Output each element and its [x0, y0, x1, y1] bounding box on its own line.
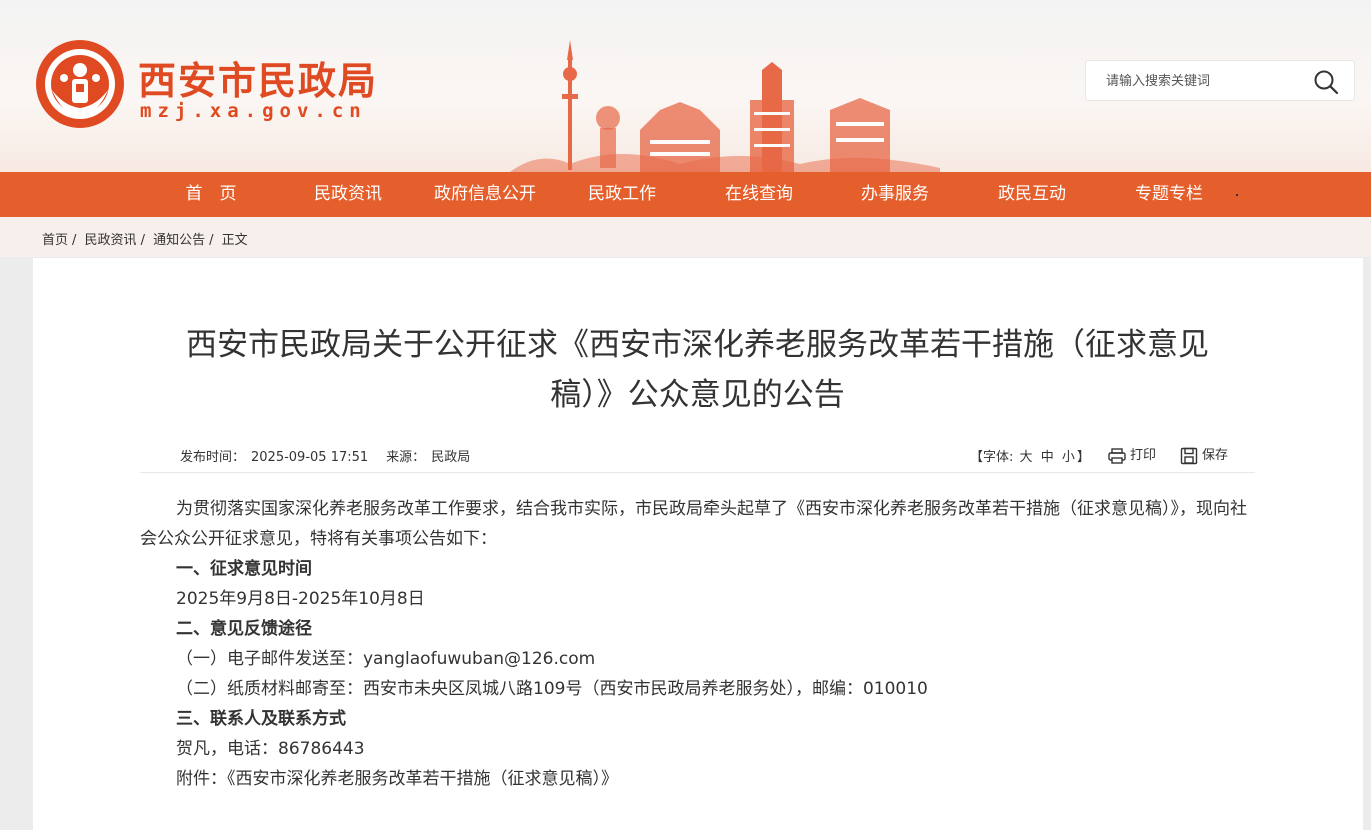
save-button[interactable]: 保存	[1180, 444, 1228, 465]
font-size-small[interactable]: 小	[1062, 450, 1075, 465]
nav-item-services[interactable]: 办事服务	[839, 172, 951, 217]
city-skyline-banner	[510, 40, 940, 172]
section3-text: 贺凡，电话：86786443	[176, 739, 365, 759]
site-name: 西安市民政局	[138, 59, 379, 103]
section1-heading: 一、征求意见时间	[176, 559, 312, 579]
logo-icon[interactable]	[34, 38, 126, 130]
breadcrumb-separator: /	[72, 233, 77, 248]
main-nav: 首 页 民政资讯 政府信息公开 民政工作 在线查询 办事服务 政民互动 专题专栏	[0, 172, 1371, 217]
article-meta: 发布时间： 2025-09-05 17:51 来源： 民政局	[180, 446, 476, 465]
section2-item1: （一）电子邮件发送至：yanglaofuwuban@126.com	[140, 644, 1260, 674]
nav-item-query[interactable]: 在线查询	[703, 172, 815, 217]
font-size-large[interactable]: 大	[1020, 450, 1033, 465]
printer-icon	[1108, 447, 1126, 464]
section3-heading: 三、联系人及联系方式	[176, 709, 346, 729]
nav-item-work[interactable]: 民政工作	[566, 172, 678, 217]
font-size-tools: 【字体: 大 中 小】	[970, 446, 1090, 465]
breadcrumb-separator: /	[140, 233, 145, 248]
print-label: 打印	[1130, 448, 1157, 463]
intro-paragraph: 为贯彻落实国家深化养老服务改革工作要求，结合我市实际，市民政局牵头起草了《西安市…	[140, 499, 1247, 549]
section1-text: 2025年9月8日-2025年10月8日	[176, 589, 425, 609]
nav-item-gov-info[interactable]: 政府信息公开	[420, 172, 550, 217]
breadcrumb-home[interactable]: 首页	[42, 233, 68, 248]
font-size-label: 【字体:	[970, 450, 1014, 465]
meta-divider	[140, 472, 1255, 473]
article-title-line1: 西安市民政局关于公开征求《西安市深化养老服务改革若干措施（征求意见	[186, 327, 1209, 363]
save-icon	[1180, 447, 1198, 464]
article-title-line2: 稿）》公众意见的公告	[550, 377, 845, 413]
source-value: 民政局	[431, 450, 471, 465]
publish-time: 2025-09-05 17:51	[251, 450, 369, 465]
nav-item-interaction[interactable]: 政民互动	[976, 172, 1088, 217]
attachment-line: 附件：《西安市深化养老服务改革若干措施（征求意见稿）》	[140, 764, 1260, 794]
breadcrumb-notices[interactable]: 通知公告	[153, 233, 205, 248]
nav-item-news[interactable]: 民政资讯	[292, 172, 404, 217]
breadcrumb: 首页 / 民政资讯 / 通知公告 / 正文	[42, 229, 248, 248]
breadcrumb-current: 正文	[221, 233, 248, 248]
nav-dot	[1236, 194, 1238, 196]
breadcrumb-news[interactable]: 民政资讯	[85, 233, 137, 248]
breadcrumb-separator: /	[209, 233, 214, 248]
save-label: 保存	[1202, 448, 1229, 463]
article-title: 西安市民政局关于公开征求《西安市深化养老服务改革若干措施（征求意见 稿）》公众意…	[150, 320, 1245, 420]
print-button[interactable]: 打印	[1108, 444, 1156, 464]
font-size-close: 】	[1076, 450, 1090, 465]
email-link[interactable]: yanglaofuwuban@126.com	[363, 649, 595, 669]
site-header: 西安市民政局 mzj.xa.gov.cn	[0, 0, 1371, 172]
section2-heading: 二、意见反馈途径	[176, 619, 312, 639]
font-size-medium[interactable]: 中	[1041, 450, 1054, 465]
search-icon[interactable]	[1313, 69, 1339, 95]
publish-label: 发布时间：	[180, 450, 246, 465]
nav-item-topics[interactable]: 专题专栏	[1113, 172, 1225, 217]
section2-item1-prefix: （一）电子邮件发送至：	[176, 649, 363, 669]
section2-item2: （二）纸质材料邮寄至：西安市未央区凤城八路109号（西安市民政局养老服务处），邮…	[176, 679, 928, 699]
attachment-link[interactable]: 《西安市深化养老服务改革若干措施（征求意见稿）》	[227, 769, 618, 789]
search-input[interactable]	[1106, 70, 1306, 92]
attachment-label: 附件：	[176, 769, 227, 789]
nav-item-home[interactable]: 首 页	[155, 172, 267, 217]
site-domain: mzj.xa.gov.cn	[140, 100, 367, 122]
source-label: 来源：	[386, 450, 426, 465]
article-body: 为贯彻落实国家深化养老服务改革工作要求，结合我市实际，市民政局牵头起草了《西安市…	[140, 494, 1260, 794]
